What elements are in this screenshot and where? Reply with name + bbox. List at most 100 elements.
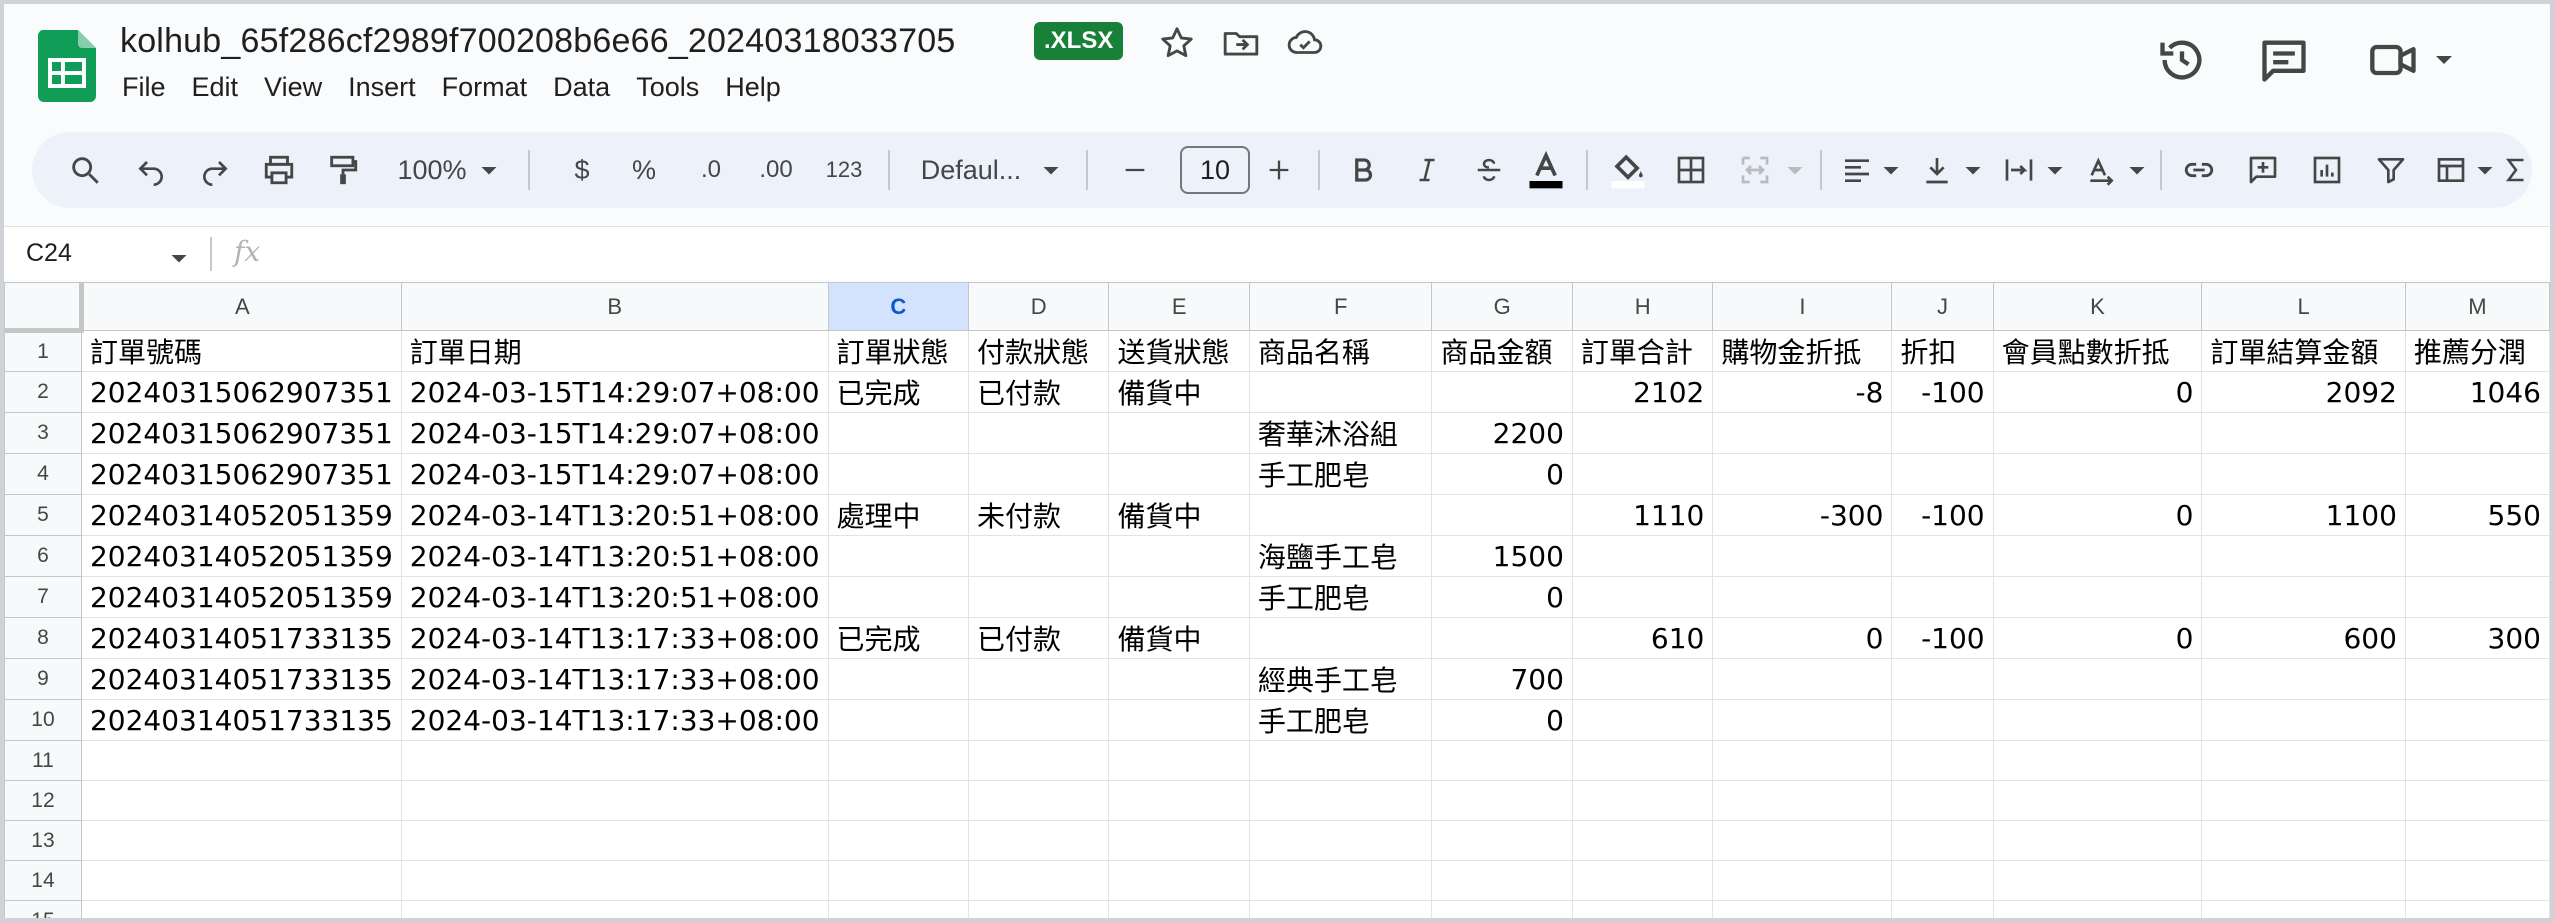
cell-f11[interactable]: [1248, 740, 1433, 781]
print-icon[interactable]: [254, 132, 304, 208]
cell-m7[interactable]: [2404, 576, 2550, 618]
menu-file[interactable]: File: [122, 70, 182, 110]
merge-cells-icon[interactable]: [1730, 132, 1780, 208]
cell-d15[interactable]: [967, 900, 1110, 918]
cell-c13[interactable]: [827, 820, 969, 861]
meet-video-icon[interactable]: [2368, 34, 2420, 86]
cell-a10[interactable]: 20240314051733135: [80, 699, 402, 741]
cell-i15[interactable]: [1712, 900, 1893, 918]
cell-a9[interactable]: 20240314051733135: [80, 658, 402, 700]
menu-insert[interactable]: Insert: [348, 70, 432, 110]
cell-b8[interactable]: 2024-03-14T13:17:33+08:00: [400, 617, 829, 659]
cell-g13[interactable]: [1431, 820, 1573, 861]
cell-c5[interactable]: 處理中: [827, 494, 969, 536]
cell-i3[interactable]: [1712, 412, 1893, 454]
row-header[interactable]: 4: [4, 453, 82, 495]
cell-g7[interactable]: 0: [1431, 576, 1573, 618]
merge-dropdown-chevron-icon[interactable]: [1780, 132, 1810, 208]
cell-k1[interactable]: 會員點數折抵: [1992, 330, 2203, 372]
cloud-saved-icon[interactable]: [1286, 24, 1324, 62]
decrease-font-size-icon[interactable]: [1110, 132, 1160, 208]
cell-i8[interactable]: 0: [1712, 617, 1893, 659]
cell-c12[interactable]: [827, 780, 969, 821]
cell-c11[interactable]: [827, 740, 969, 781]
cell-l13[interactable]: [2201, 820, 2406, 861]
cell-g9[interactable]: 700: [1431, 658, 1573, 700]
cell-k10[interactable]: [1992, 699, 2203, 741]
cell-e5[interactable]: 備貨中: [1108, 494, 1250, 536]
cell-k4[interactable]: [1992, 453, 2203, 495]
cell-h1[interactable]: 訂單合計: [1571, 330, 1714, 372]
italic-icon[interactable]: [1402, 132, 1452, 208]
cell-h9[interactable]: [1571, 658, 1714, 700]
cell-g5[interactable]: [1431, 494, 1573, 536]
cell-c8[interactable]: 已完成: [827, 617, 969, 659]
cell-d3[interactable]: [967, 412, 1110, 454]
cell-m10[interactable]: [2404, 699, 2550, 741]
menu-view[interactable]: View: [264, 70, 338, 110]
column-header-f[interactable]: F: [1248, 282, 1433, 331]
cell-e14[interactable]: [1108, 860, 1250, 901]
cell-a4[interactable]: 20240315062907351: [80, 453, 402, 495]
cell-k5[interactable]: 0: [1992, 494, 2203, 536]
cell-k7[interactable]: [1992, 576, 2203, 618]
cell-j5[interactable]: -100: [1891, 494, 1994, 536]
sheet-grid[interactable]: ABCDEFGHIJKLM 1 訂單號碼 訂單日期 訂單狀態 付款狀態 送貨狀態 商品名稱商…: [4, 282, 2550, 918]
cell-d1[interactable]: 付款狀態: [967, 330, 1110, 372]
cell-d8[interactable]: 已付款: [967, 617, 1110, 659]
cell-g6[interactable]: 1500: [1431, 535, 1573, 577]
font-dropdown-chevron-icon[interactable]: [1036, 132, 1066, 208]
move-to-folder-icon[interactable]: [1222, 24, 1260, 62]
cell-k8[interactable]: 0: [1992, 617, 2203, 659]
cell-c14[interactable]: [827, 860, 969, 901]
wrap-dropdown-chevron-icon[interactable]: [2042, 132, 2068, 208]
cell-d6[interactable]: [967, 535, 1110, 577]
cell-f3[interactable]: 奢華沐浴組: [1248, 412, 1433, 454]
column-header-b[interactable]: B: [400, 282, 829, 331]
cell-i13[interactable]: [1712, 820, 1893, 861]
cell-h2[interactable]: 2102: [1571, 371, 1714, 413]
cell-f15[interactable]: [1248, 900, 1433, 918]
cell-l14[interactable]: [2201, 860, 2406, 901]
cell-b13[interactable]: [400, 820, 829, 861]
cell-b11[interactable]: [400, 740, 829, 781]
cell-a14[interactable]: [80, 860, 402, 901]
row-header[interactable]: 10: [4, 699, 82, 741]
column-header-d[interactable]: D: [967, 282, 1110, 331]
cell-f13[interactable]: [1248, 820, 1433, 861]
cell-e4[interactable]: [1108, 453, 1250, 495]
filter-views-dropdown-chevron-icon[interactable]: [2472, 132, 2498, 208]
cell-e15[interactable]: [1108, 900, 1250, 918]
cell-a1[interactable]: 訂單號碼: [80, 330, 402, 372]
sheets-logo-icon[interactable]: [38, 30, 96, 102]
cell-l7[interactable]: [2201, 576, 2406, 618]
paint-format-icon[interactable]: [318, 132, 368, 208]
cell-a6[interactable]: 20240314052051359: [80, 535, 402, 577]
cell-h5[interactable]: 1110: [1571, 494, 1714, 536]
cell-k12[interactable]: [1992, 780, 2203, 821]
meet-dropdown-chevron-icon[interactable]: [2432, 34, 2456, 86]
font-select[interactable]: Defaul...: [906, 132, 1036, 208]
text-color-icon[interactable]: [1518, 132, 1574, 208]
cell-b3[interactable]: 2024-03-15T14:29:07+08:00: [400, 412, 829, 454]
cell-m15[interactable]: [2404, 900, 2550, 918]
cell-c15[interactable]: [827, 900, 969, 918]
cell-l11[interactable]: [2201, 740, 2406, 781]
undo-icon[interactable]: [126, 132, 176, 208]
cell-k3[interactable]: [1992, 412, 2203, 454]
cell-d11[interactable]: [967, 740, 1110, 781]
decrease-decimal-button[interactable]: .0: [686, 132, 736, 208]
row-header[interactable]: 14: [4, 860, 82, 901]
cell-j2[interactable]: -100: [1891, 371, 1994, 413]
zoom-dropdown-chevron-icon[interactable]: [474, 132, 504, 208]
strikethrough-icon[interactable]: [1464, 132, 1514, 208]
cell-a2[interactable]: 20240315062907351: [80, 371, 402, 413]
cell-l2[interactable]: 2092: [2201, 371, 2406, 413]
cell-c2[interactable]: 已完成: [827, 371, 969, 413]
cell-f6[interactable]: 海鹽手工皂: [1248, 535, 1433, 577]
cell-i12[interactable]: [1712, 780, 1893, 821]
column-header-j[interactable]: J: [1891, 282, 1994, 331]
cell-j8[interactable]: -100: [1891, 617, 1994, 659]
cell-k6[interactable]: [1992, 535, 2203, 577]
cell-g3[interactable]: 2200: [1431, 412, 1573, 454]
